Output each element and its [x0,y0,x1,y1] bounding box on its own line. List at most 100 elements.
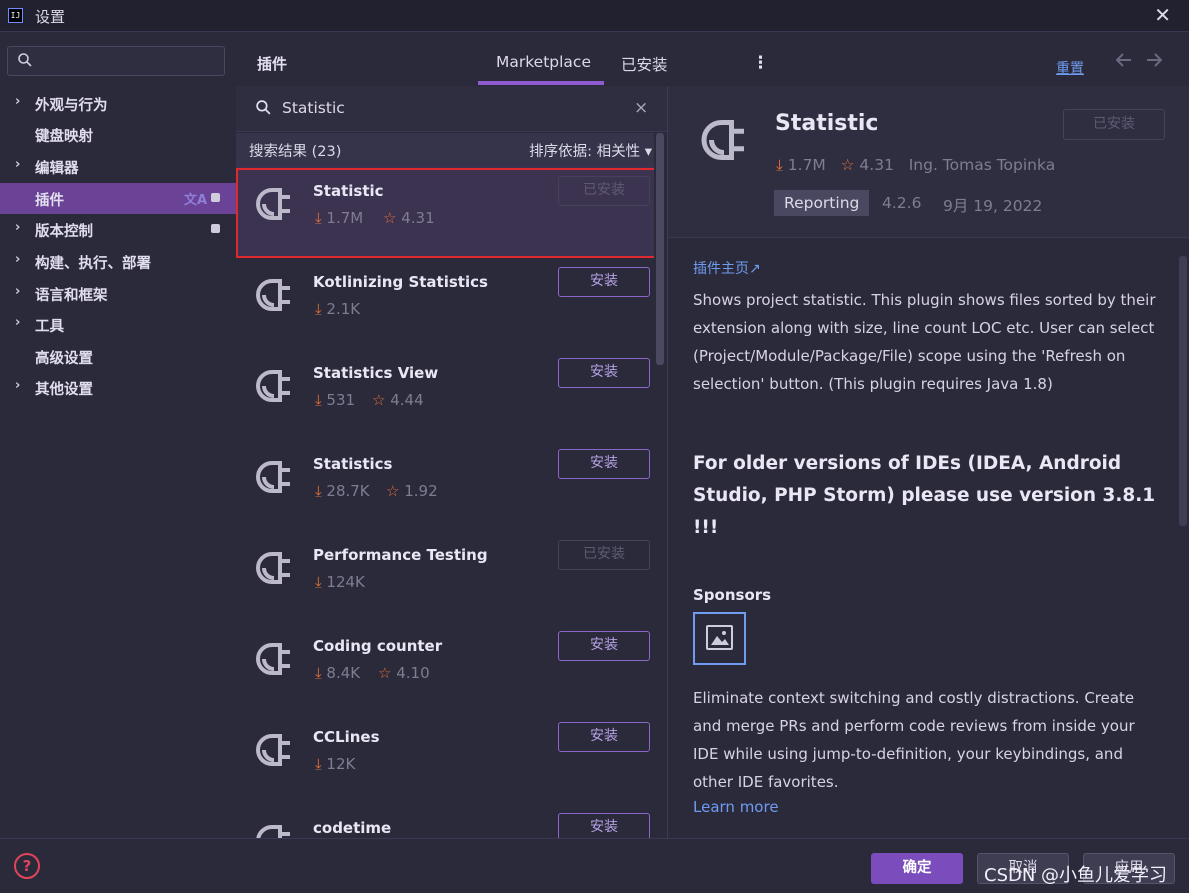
plugin-icon [256,643,290,675]
sidebar-item-tools[interactable]: › 工具 [0,309,236,340]
plugin-name: Statistic [313,182,384,200]
sidebar-item-label: 语言和框架 [35,288,108,304]
sidebar-item-build[interactable]: › 构建、执行、部署 [0,246,236,277]
lock-icon [211,193,220,202]
settings-search-input[interactable] [7,46,225,76]
category-tag[interactable]: Reporting [774,190,870,216]
sponsor-image-icon[interactable] [693,612,746,665]
download-icon: ⤓ [315,300,327,318]
search-icon [255,99,272,120]
plugin-homepage-link[interactable]: 插件主页↗ [693,258,761,278]
sidebar-item-label: 键盘映射 [35,129,93,145]
plugin-list-scrollbar[interactable] [656,133,664,365]
download-icon: ⤓ [315,755,327,773]
plugin-downloads: ⤓ 28.7K [315,482,370,500]
chevron-right-icon: › [15,157,21,172]
install-button[interactable]: 安装 [558,267,650,297]
plugin-name: Coding counter [313,637,443,655]
install-button[interactable]: 安装 [558,449,650,479]
sidebar-item-label: 版本控制 [35,224,93,240]
plugin-name: codetime [313,819,392,837]
plugin-icon [256,279,290,311]
sidebar-item-languages[interactable]: › 语言和框架 [0,278,236,309]
installed-button: 已安装 [558,176,650,206]
install-button[interactable]: 安装 [558,358,650,388]
settings-sidebar: › 外观与行为 键盘映射 › 编辑器 插件 文A › 版本控制 › 构建、执行、… [0,33,236,838]
plugin-list: Statistic ⤓ 1.7M ☆ 4.31 已安装 Kotlinizing … [236,166,654,838]
install-button[interactable]: 安装 [558,813,650,838]
star-icon: ☆ [372,391,391,409]
download-icon: ⤓ [315,664,327,682]
page-title: 插件 [257,55,288,73]
plugin-row-cclines[interactable]: CCLines ⤓ 12K 安装 [236,712,654,802]
plugin-row-performance-testing[interactable]: Performance Testing ⤓ 124K 已安装 [236,530,654,620]
chevron-right-icon: › [15,252,21,267]
help-icon[interactable]: ? [14,853,40,879]
plugin-row-statistics[interactable]: Statistics ⤓ 28.7K ☆ 1.92 安装 [236,439,654,529]
plugin-rating: ☆ 4.10 [378,664,430,682]
more-options-icon[interactable]: ⋮ [752,53,769,73]
plugin-downloads: ⤓ 1.7M [315,209,364,227]
install-button[interactable]: 安装 [558,631,650,661]
plugin-vendor[interactable]: Ing. Tomas Topinka [909,156,1056,174]
plugins-header: 插件 Marketplace 已安装 ⋮ [236,33,769,85]
plugin-row-statistics-view[interactable]: Statistics View ⤓ 531 ☆ 4.44 安装 [236,348,654,438]
translate-icon: 文A [184,193,208,208]
plugin-row-codetime[interactable]: codetime 安装 [236,803,654,838]
plugin-downloads: ⤓ 531 [315,391,356,409]
sidebar-item-vcs[interactable]: › 版本控制 [0,214,236,245]
plugin-row-statistic[interactable]: Statistic ⤓ 1.7M ☆ 4.31 已安装 [236,166,654,258]
active-tab-indicator [478,81,604,85]
sidebar-item-label: 高级设置 [35,351,93,367]
sidebar-item-appearance[interactable]: › 外观与行为 [0,88,236,119]
chevron-right-icon: › [15,315,21,330]
plugin-icon [256,825,290,838]
detail-scrollbar[interactable] [1179,256,1187,526]
sidebar-item-editor[interactable]: › 编辑器 [0,151,236,182]
tab-marketplace[interactable]: Marketplace [496,53,591,71]
close-icon[interactable]: ✕ [1154,3,1171,27]
plugin-detail-meta: ⤓ 1.7M ☆ 4.31 Ing. Tomas Topinka [776,156,1056,174]
plugin-row-coding-counter[interactable]: Coding counter ⤓ 8.4K ☆ 4.10 安装 [236,621,654,711]
title-bar: IJ 设置 ✕ [0,0,1189,32]
download-icon: ⤓ [315,573,327,591]
plugin-icon [256,552,290,584]
sidebar-item-label: 工具 [35,319,64,335]
older-versions-note: For older versions of IDEs (IDEA, Androi… [693,453,1156,538]
window-title: 设置 [35,8,66,26]
sidebar-item-keymap[interactable]: 键盘映射 [0,119,236,150]
learn-more-link[interactable]: Learn more [693,798,779,816]
sidebar-item-advanced[interactable]: 高级设置 [0,341,236,372]
plugin-search-input[interactable]: Statistic × [236,86,668,132]
star-icon: ☆ [378,664,397,682]
search-query[interactable]: Statistic [282,99,345,117]
plugin-icon [256,188,290,220]
plugin-name: Kotlinizing Statistics [313,273,488,291]
clear-search-icon[interactable]: × [634,98,648,118]
ok-button[interactable]: 确定 [871,853,963,884]
sponsor-description: Eliminate context switching and costly d… [693,689,1135,791]
download-icon: ⤓ [315,482,327,500]
installed-button: 已安装 [1063,109,1165,140]
lock-icon [211,224,220,233]
install-button[interactable]: 安装 [558,722,650,752]
sidebar-item-other[interactable]: › 其他设置 [0,372,236,403]
sidebar-item-label: 外观与行为 [35,98,108,114]
sort-dropdown[interactable]: 排序依据: 相关性 ▾ [529,140,652,161]
back-arrow-icon[interactable] [1115,52,1132,71]
plugin-rating: ☆ 4.44 [372,391,424,409]
plugin-downloads: ⤓ 124K [315,573,365,591]
plugin-row-kotlinizing-statistics[interactable]: Kotlinizing Statistics ⤓ 2.1K 安装 [236,257,654,347]
sponsors-heading: Sponsors [693,586,772,604]
plugin-detail-panel: Statistic 已安装 ⤓ 1.7M ☆ 4.31 Ing. Tomas T… [668,86,1189,838]
sidebar-item-label: 插件 [35,193,64,209]
sidebar-item-plugins[interactable]: 插件 文A [0,183,236,214]
plugin-name: Statistics View [313,364,439,382]
forward-arrow-icon[interactable] [1146,52,1163,71]
plugin-name: CCLines [313,728,380,746]
reset-link[interactable]: 重置 [1056,58,1084,78]
results-count: 搜索结果 (23) [249,144,342,160]
plugin-icon [256,734,290,766]
image-placeholder-icon [706,625,733,650]
tab-installed[interactable]: 已安装 [621,53,668,75]
